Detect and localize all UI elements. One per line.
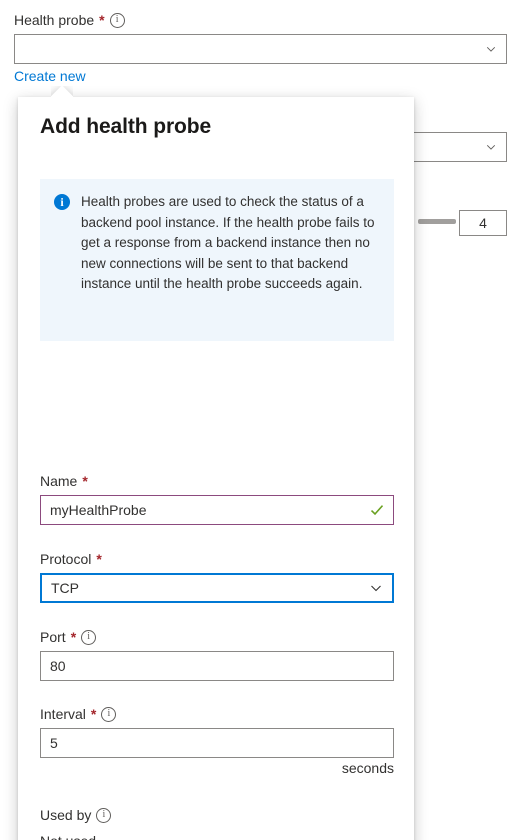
protocol-label: Protocol * <box>40 549 394 569</box>
add-health-probe-callout: Add health probe i Health probes are use… <box>18 97 414 840</box>
dialog-title: Add health probe <box>40 115 212 138</box>
protocol-field-row: Protocol * TCP <box>40 549 394 603</box>
port-label: Port * i <box>40 627 394 647</box>
required-asterisk: * <box>70 629 77 645</box>
background-secondary-dropdown[interactable] <box>409 132 507 162</box>
port-input[interactable]: 80 <box>40 651 394 681</box>
used-by-label: Used by i <box>40 805 112 825</box>
create-new-link[interactable]: Create new <box>14 68 86 84</box>
name-input-value: myHealthProbe <box>50 502 147 518</box>
protocol-dropdown[interactable]: TCP <box>40 573 394 603</box>
required-asterisk: * <box>82 473 88 489</box>
chevron-down-icon <box>486 47 496 52</box>
chevron-down-icon <box>486 145 496 150</box>
chevron-down-icon <box>371 585 381 592</box>
port-field-row: Port * i 80 <box>40 627 394 681</box>
slider-track[interactable] <box>418 219 456 224</box>
name-label-text: Name <box>40 473 78 489</box>
health-probe-dropdown[interactable] <box>14 34 507 64</box>
info-circle-icon[interactable]: i <box>109 12 125 28</box>
interval-label: Interval * i <box>40 704 394 724</box>
name-input[interactable]: myHealthProbe <box>40 495 394 525</box>
interval-label-text: Interval <box>40 706 86 722</box>
info-message-text: Health probes are used to check the stat… <box>81 194 375 291</box>
screen: Health probe * i Create new 4 Add health… <box>0 0 521 840</box>
info-message-bar: i Health probes are used to check the st… <box>40 179 394 341</box>
used-by-label-text: Used by <box>40 807 92 823</box>
interval-input[interactable]: 5 <box>40 728 394 758</box>
used-by-value: Not used <box>40 833 96 840</box>
info-circle-icon[interactable]: i <box>101 706 117 722</box>
port-label-text: Port <box>40 629 66 645</box>
interval-unit-label: seconds <box>341 760 394 776</box>
name-field-row: Name * myHealthProbe <box>40 471 394 525</box>
required-asterisk: * <box>96 551 102 567</box>
protocol-dropdown-value: TCP <box>51 580 79 596</box>
numeric-input[interactable]: 4 <box>459 210 507 236</box>
info-circle-icon[interactable]: i <box>96 807 112 823</box>
info-filled-icon: i <box>54 194 70 210</box>
name-label: Name * <box>40 471 394 491</box>
info-circle-icon[interactable]: i <box>81 629 97 645</box>
interval-field-row: Interval * i 5 <box>40 704 394 758</box>
port-input-value: 80 <box>50 658 66 674</box>
health-probe-label: Health probe * i <box>14 10 125 30</box>
callout-pointer-icon <box>51 86 73 97</box>
required-asterisk: * <box>99 12 105 28</box>
required-asterisk: * <box>90 706 97 722</box>
protocol-label-text: Protocol <box>40 551 92 567</box>
interval-input-value: 5 <box>50 735 58 751</box>
checkmark-icon <box>370 505 384 516</box>
health-probe-label-text: Health probe <box>14 12 95 28</box>
